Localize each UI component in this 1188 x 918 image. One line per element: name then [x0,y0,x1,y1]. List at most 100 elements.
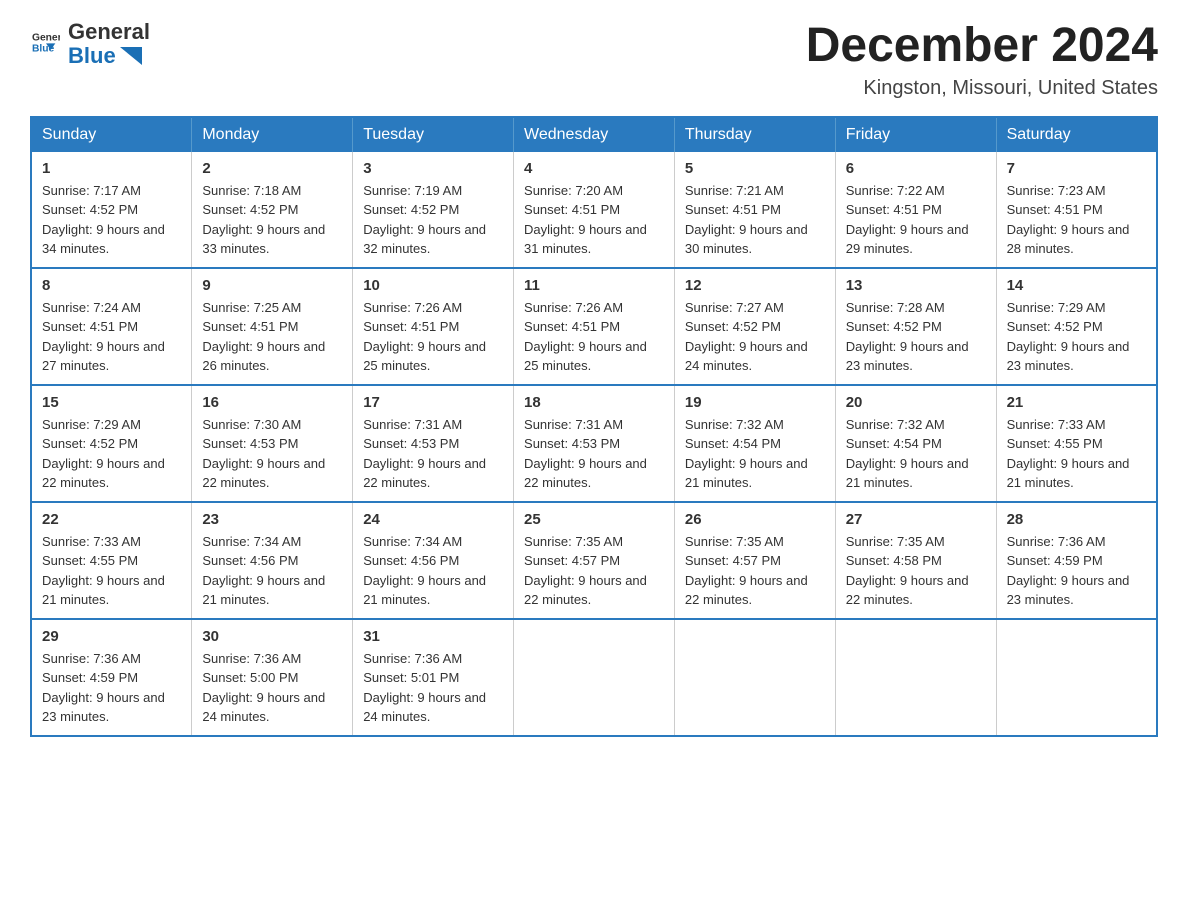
logo-triangle-icon [120,47,142,65]
calendar-week-1: 1 Sunrise: 7:17 AM Sunset: 4:52 PM Dayli… [31,152,1157,268]
day-info: Sunrise: 7:31 AM Sunset: 4:53 PM Dayligh… [524,415,664,493]
day-number: 28 [1007,511,1146,528]
location-title: Kingston, Missouri, United States [806,77,1158,100]
day-info: Sunrise: 7:17 AM Sunset: 4:52 PM Dayligh… [42,181,181,259]
title-area: December 2024 Kingston, Missouri, United… [806,20,1158,100]
day-number: 3 [363,160,503,177]
day-info: Sunrise: 7:26 AM Sunset: 4:51 PM Dayligh… [363,298,503,376]
weekday-header-thursday: Thursday [674,117,835,152]
calendar-cell: 11 Sunrise: 7:26 AM Sunset: 4:51 PM Dayl… [514,268,675,385]
svg-text:General: General [32,32,60,43]
calendar-cell: 7 Sunrise: 7:23 AM Sunset: 4:51 PM Dayli… [996,152,1157,268]
day-number: 19 [685,394,825,411]
day-number: 5 [685,160,825,177]
day-info: Sunrise: 7:23 AM Sunset: 4:51 PM Dayligh… [1007,181,1146,259]
calendar-cell: 8 Sunrise: 7:24 AM Sunset: 4:51 PM Dayli… [31,268,192,385]
calendar-cell [996,619,1157,736]
calendar-cell: 5 Sunrise: 7:21 AM Sunset: 4:51 PM Dayli… [674,152,835,268]
calendar-cell: 19 Sunrise: 7:32 AM Sunset: 4:54 PM Dayl… [674,385,835,502]
calendar-cell: 24 Sunrise: 7:34 AM Sunset: 4:56 PM Dayl… [353,502,514,619]
calendar-cell: 26 Sunrise: 7:35 AM Sunset: 4:57 PM Dayl… [674,502,835,619]
day-info: Sunrise: 7:19 AM Sunset: 4:52 PM Dayligh… [363,181,503,259]
calendar-cell: 21 Sunrise: 7:33 AM Sunset: 4:55 PM Dayl… [996,385,1157,502]
logo: General Blue General Blue [30,20,150,68]
calendar-cell: 10 Sunrise: 7:26 AM Sunset: 4:51 PM Dayl… [353,268,514,385]
day-number: 31 [363,628,503,645]
calendar-cell: 20 Sunrise: 7:32 AM Sunset: 4:54 PM Dayl… [835,385,996,502]
day-info: Sunrise: 7:32 AM Sunset: 4:54 PM Dayligh… [685,415,825,493]
month-title: December 2024 [806,20,1158,73]
calendar-cell [835,619,996,736]
weekday-header-sunday: Sunday [31,117,192,152]
calendar-cell: 27 Sunrise: 7:35 AM Sunset: 4:58 PM Dayl… [835,502,996,619]
calendar-table: SundayMondayTuesdayWednesdayThursdayFrid… [30,116,1158,737]
day-info: Sunrise: 7:25 AM Sunset: 4:51 PM Dayligh… [202,298,342,376]
day-number: 11 [524,277,664,294]
svg-text:Blue: Blue [32,43,55,54]
calendar-cell: 31 Sunrise: 7:36 AM Sunset: 5:01 PM Dayl… [353,619,514,736]
day-info: Sunrise: 7:36 AM Sunset: 4:59 PM Dayligh… [1007,532,1146,610]
day-info: Sunrise: 7:35 AM Sunset: 4:57 PM Dayligh… [685,532,825,610]
day-info: Sunrise: 7:35 AM Sunset: 4:58 PM Dayligh… [846,532,986,610]
day-info: Sunrise: 7:28 AM Sunset: 4:52 PM Dayligh… [846,298,986,376]
day-info: Sunrise: 7:29 AM Sunset: 4:52 PM Dayligh… [1007,298,1146,376]
day-number: 17 [363,394,503,411]
calendar-cell [674,619,835,736]
calendar-cell: 9 Sunrise: 7:25 AM Sunset: 4:51 PM Dayli… [192,268,353,385]
day-number: 22 [42,511,181,528]
weekday-header-friday: Friday [835,117,996,152]
page-header: General Blue General Blue December 2024 … [30,20,1158,100]
calendar-week-5: 29 Sunrise: 7:36 AM Sunset: 4:59 PM Dayl… [31,619,1157,736]
weekday-header-row: SundayMondayTuesdayWednesdayThursdayFrid… [31,117,1157,152]
weekday-header-monday: Monday [192,117,353,152]
day-info: Sunrise: 7:33 AM Sunset: 4:55 PM Dayligh… [1007,415,1146,493]
day-number: 2 [202,160,342,177]
calendar-cell: 6 Sunrise: 7:22 AM Sunset: 4:51 PM Dayli… [835,152,996,268]
day-number: 23 [202,511,342,528]
weekday-header-saturday: Saturday [996,117,1157,152]
calendar-cell: 28 Sunrise: 7:36 AM Sunset: 4:59 PM Dayl… [996,502,1157,619]
day-number: 18 [524,394,664,411]
calendar-cell: 18 Sunrise: 7:31 AM Sunset: 4:53 PM Dayl… [514,385,675,502]
calendar-cell: 29 Sunrise: 7:36 AM Sunset: 4:59 PM Dayl… [31,619,192,736]
day-info: Sunrise: 7:26 AM Sunset: 4:51 PM Dayligh… [524,298,664,376]
day-number: 15 [42,394,181,411]
calendar-cell: 15 Sunrise: 7:29 AM Sunset: 4:52 PM Dayl… [31,385,192,502]
day-info: Sunrise: 7:22 AM Sunset: 4:51 PM Dayligh… [846,181,986,259]
day-info: Sunrise: 7:21 AM Sunset: 4:51 PM Dayligh… [685,181,825,259]
calendar-week-2: 8 Sunrise: 7:24 AM Sunset: 4:51 PM Dayli… [31,268,1157,385]
calendar-cell: 1 Sunrise: 7:17 AM Sunset: 4:52 PM Dayli… [31,152,192,268]
day-number: 21 [1007,394,1146,411]
calendar-cell: 22 Sunrise: 7:33 AM Sunset: 4:55 PM Dayl… [31,502,192,619]
logo-general-text: General [68,20,150,44]
day-info: Sunrise: 7:27 AM Sunset: 4:52 PM Dayligh… [685,298,825,376]
day-info: Sunrise: 7:31 AM Sunset: 4:53 PM Dayligh… [363,415,503,493]
day-info: Sunrise: 7:18 AM Sunset: 4:52 PM Dayligh… [202,181,342,259]
day-number: 29 [42,628,181,645]
weekday-header-tuesday: Tuesday [353,117,514,152]
calendar-cell: 12 Sunrise: 7:27 AM Sunset: 4:52 PM Dayl… [674,268,835,385]
day-number: 12 [685,277,825,294]
day-number: 10 [363,277,503,294]
day-info: Sunrise: 7:33 AM Sunset: 4:55 PM Dayligh… [42,532,181,610]
logo-icon: General Blue [32,28,60,56]
day-info: Sunrise: 7:36 AM Sunset: 4:59 PM Dayligh… [42,649,181,727]
calendar-cell: 16 Sunrise: 7:30 AM Sunset: 4:53 PM Dayl… [192,385,353,502]
day-number: 8 [42,277,181,294]
calendar-cell: 23 Sunrise: 7:34 AM Sunset: 4:56 PM Dayl… [192,502,353,619]
day-number: 24 [363,511,503,528]
day-number: 9 [202,277,342,294]
day-info: Sunrise: 7:24 AM Sunset: 4:51 PM Dayligh… [42,298,181,376]
day-info: Sunrise: 7:20 AM Sunset: 4:51 PM Dayligh… [524,181,664,259]
day-info: Sunrise: 7:36 AM Sunset: 5:01 PM Dayligh… [363,649,503,727]
calendar-cell: 3 Sunrise: 7:19 AM Sunset: 4:52 PM Dayli… [353,152,514,268]
calendar-cell: 4 Sunrise: 7:20 AM Sunset: 4:51 PM Dayli… [514,152,675,268]
day-info: Sunrise: 7:30 AM Sunset: 4:53 PM Dayligh… [202,415,342,493]
day-number: 27 [846,511,986,528]
logo-blue-text: Blue [68,44,150,68]
day-number: 30 [202,628,342,645]
weekday-header-wednesday: Wednesday [514,117,675,152]
calendar-cell: 30 Sunrise: 7:36 AM Sunset: 5:00 PM Dayl… [192,619,353,736]
day-number: 26 [685,511,825,528]
day-info: Sunrise: 7:29 AM Sunset: 4:52 PM Dayligh… [42,415,181,493]
